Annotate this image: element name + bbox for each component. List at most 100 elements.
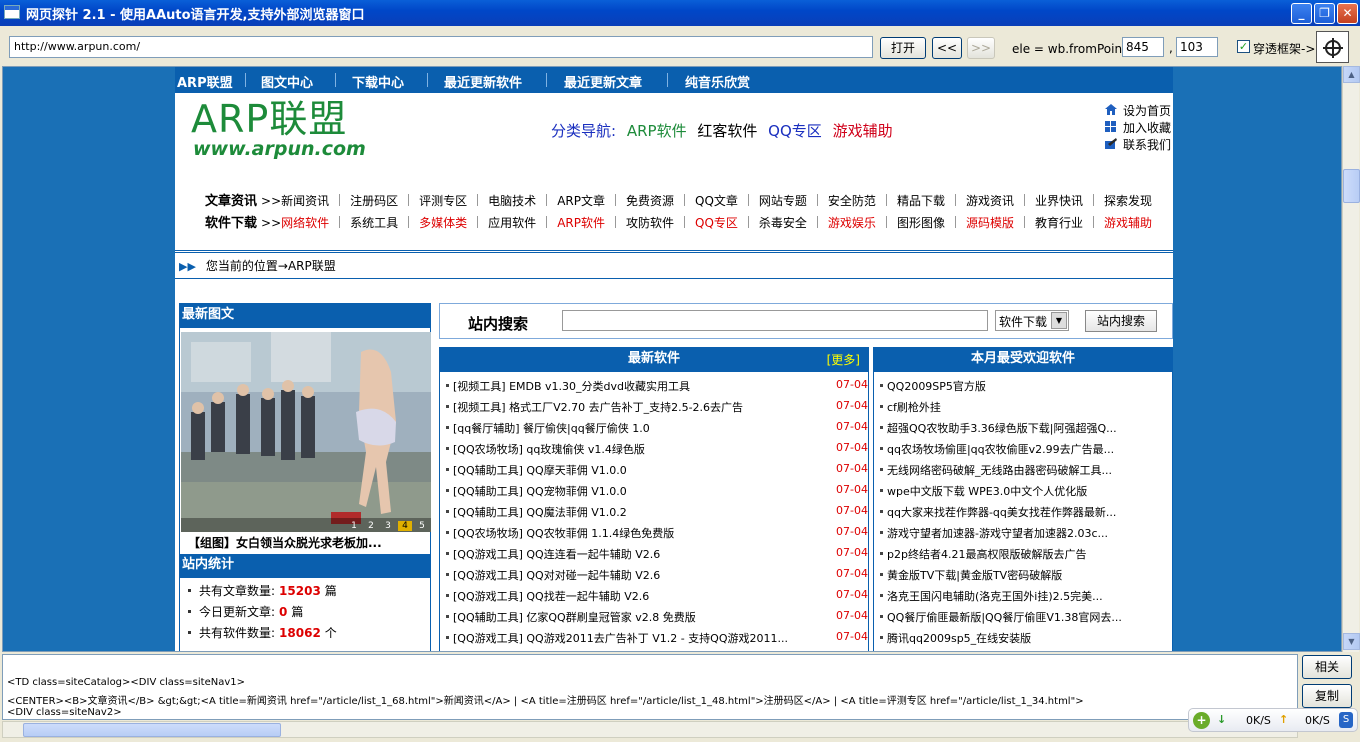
software-menu-item[interactable]: 游戏辅助 — [1104, 215, 1152, 231]
article-menu-item[interactable]: QQ文章 — [695, 193, 738, 209]
latest-photo-caption[interactable]: 【组图】女白领当众脱光求老板加... — [188, 534, 382, 551]
software-menu-item[interactable]: 游戏娱乐 — [828, 215, 876, 231]
list-item[interactable]: QQ2009SP5官方版 — [880, 378, 986, 399]
software-menu-item[interactable]: 多媒体类 — [419, 215, 467, 231]
list-item[interactable]: cf刷枪外挂 — [880, 399, 941, 420]
set-homepage-link[interactable]: 设为首页 — [1105, 102, 1171, 119]
list-item[interactable]: qq大家来找茬作弊器-qq美女找茬作弊器最新... — [880, 504, 1116, 525]
minimize-button[interactable]: _ — [1291, 3, 1312, 24]
add-favorite-link[interactable]: 加入收藏 — [1105, 119, 1171, 136]
software-menu-item[interactable]: 攻防软件 — [626, 215, 674, 231]
popular-software-link[interactable]: 黄金版TV下载|黄金版TV密码破解版 — [887, 569, 1062, 582]
article-menu-item[interactable]: 新闻资讯 — [281, 193, 329, 209]
article-menu-item[interactable]: 业界快讯 — [1035, 193, 1083, 209]
pierce-frame-checkbox[interactable]: ✓ — [1237, 40, 1250, 53]
nav-photo-center[interactable]: 图文中心 — [261, 72, 313, 91]
article-menu-item[interactable]: 精品下载 — [897, 193, 945, 209]
software-title-link[interactable]: [QQ农场牧场] QQ农牧菲佣 1.1.4绿色免费版 — [453, 527, 674, 540]
category-qq-zone[interactable]: QQ专区 — [768, 122, 822, 140]
scroll-up-icon[interactable]: ▲ — [1343, 66, 1360, 83]
article-menu-item[interactable]: 安全防范 — [828, 193, 876, 209]
list-item[interactable]: 黄金版TV下载|黄金版TV密码破解版 — [880, 567, 1062, 588]
latest-photo-image[interactable]: 12345 — [181, 332, 431, 532]
article-menu-item[interactable]: 评测专区 — [419, 193, 467, 209]
photo-pager-item[interactable]: 3 — [381, 521, 395, 531]
list-item[interactable]: 无线网络密码破解_无线路由器密码破解工具... — [880, 462, 1112, 483]
list-item[interactable]: 游戏守望者加速器-游戏守望者加速器2.03c... — [880, 525, 1108, 546]
photo-pager-item[interactable]: 2 — [364, 521, 378, 531]
software-title-link[interactable]: [QQ辅助工具] 亿家QQ群刷皇冠管家 v2.8 免费版 — [453, 611, 696, 624]
contact-us-link[interactable]: 联系我们 — [1105, 136, 1171, 153]
article-menu-item[interactable]: 免费资源 — [626, 193, 674, 209]
article-menu-item[interactable]: 注册码区 — [350, 193, 398, 209]
software-title-link[interactable]: [QQ辅助工具] QQ宠物菲佣 V1.0.0 — [453, 485, 627, 498]
popular-software-link[interactable]: qq农场牧场偷匪|qq农牧偷匪v2.99去广告最... — [887, 443, 1114, 456]
software-title-link[interactable]: [QQ游戏工具] QQ对对碰一起牛辅助 V2.6 — [453, 569, 660, 582]
latest-software-more-link[interactable]: [更多] — [827, 349, 860, 371]
software-title-link[interactable]: [QQ游戏工具] QQ连连看一起牛辅助 V2.6 — [453, 548, 660, 561]
list-item[interactable]: [QQ游戏工具] QQ找茬一起牛辅助 V2.6 07-04 — [446, 588, 868, 609]
y-coordinate-input[interactable]: 103 — [1176, 37, 1218, 57]
list-item[interactable]: [QQ游戏工具] QQ对对碰一起牛辅助 V2.6 07-04 — [446, 567, 868, 588]
list-item[interactable]: p2p终结者4.21最高权限版破解版去广告 — [880, 546, 1086, 567]
list-item[interactable]: [QQ辅助工具] QQ宠物菲佣 V1.0.0 07-04 — [446, 483, 868, 504]
list-item[interactable]: [QQ农场牧场] QQ农牧菲佣 1.1.4绿色免费版 07-04 — [446, 525, 868, 546]
popular-software-link[interactable]: 超强QQ农牧助手3.36绿色版下载|阿强超强Q... — [887, 422, 1117, 435]
software-title-link[interactable]: [QQ辅助工具] QQ魔法菲佣 V1.0.2 — [453, 506, 627, 519]
list-item[interactable]: 超强QQ农牧助手3.36绿色版下载|阿强超强Q... — [880, 420, 1117, 441]
software-menu-item[interactable]: 杀毒安全 — [759, 215, 807, 231]
crosshair-picker[interactable] — [1316, 31, 1349, 63]
article-menu-item[interactable]: 网站专题 — [759, 193, 807, 209]
scrollbar-thumb[interactable] — [1343, 169, 1360, 203]
list-item[interactable]: [qq餐厅辅助] 餐厅偷侠|qq餐厅偷侠 1.0 07-04 — [446, 420, 868, 441]
list-item[interactable]: [QQ农场牧场] qq玫瑰偷侠 v1.4绿色版 07-04 — [446, 441, 868, 462]
list-item[interactable]: qq农场牧场偷匪|qq农牧偷匪v2.99去广告最... — [880, 441, 1114, 462]
photo-pager-item[interactable]: 4 — [398, 521, 412, 531]
software-title-link[interactable]: [QQ辅助工具] QQ摩天菲佣 V1.0.0 — [453, 464, 627, 477]
software-title-link[interactable]: [qq餐厅辅助] 餐厅偷侠|qq餐厅偷侠 1.0 — [453, 422, 650, 435]
list-item[interactable]: 腾讯qq2009sp5_在线安装版 — [880, 630, 1031, 651]
open-button[interactable]: 打开 — [880, 37, 926, 59]
list-item[interactable]: [QQ游戏工具] QQ游戏2011去广告补丁 V1.2 - 支持QQ游戏2011… — [446, 630, 868, 651]
html-horizontal-scrollbar[interactable] — [2, 721, 1298, 738]
list-item[interactable]: [QQ辅助工具] QQ摩天菲佣 V1.0.0 07-04 — [446, 462, 868, 483]
category-hacker-software[interactable]: 红客软件 — [697, 122, 757, 140]
nav-latest-software[interactable]: 最近更新软件 — [444, 72, 522, 91]
software-menu-item[interactable]: 源码模版 — [966, 215, 1014, 231]
list-item[interactable]: QQ餐厅偷匪最新版|QQ餐厅偷匪V1.38官网去... — [880, 609, 1122, 630]
popular-software-link[interactable]: 腾讯qq2009sp5_在线安装版 — [887, 632, 1031, 645]
article-menu-item[interactable]: 电脑技术 — [488, 193, 536, 209]
article-menu-item[interactable]: 游戏资讯 — [966, 193, 1014, 209]
browser-vertical-scrollbar[interactable]: ▲ ▼ — [1342, 66, 1360, 652]
popular-software-link[interactable]: QQ2009SP5官方版 — [887, 380, 986, 393]
popular-software-link[interactable]: qq大家来找茬作弊器-qq美女找茬作弊器最新... — [887, 506, 1116, 519]
popular-software-link[interactable]: QQ餐厅偷匪最新版|QQ餐厅偷匪V1.38官网去... — [887, 611, 1122, 624]
nav-arp-union[interactable]: ARP联盟 — [177, 72, 233, 91]
software-title-link[interactable]: [视频工具] EMDB v1.30_分类dvd收藏实用工具 — [453, 380, 690, 393]
software-menu-item[interactable]: 系统工具 — [350, 215, 398, 231]
forward-button[interactable]: >> — [967, 37, 995, 59]
list-item[interactable]: wpe中文版下载 WPE3.0中文个人优化版 — [880, 483, 1087, 504]
search-type-select[interactable]: 软件下载 ▼ — [995, 310, 1069, 331]
software-menu-item[interactable]: 图形图像 — [897, 215, 945, 231]
nav-latest-articles[interactable]: 最近更新文章 — [564, 72, 642, 91]
software-title-link[interactable]: [视频工具] 格式工厂V2.70 去广告补丁_支持2.5-2.6去广告 — [453, 401, 743, 414]
back-button[interactable]: << — [932, 37, 962, 59]
popular-software-link[interactable]: 洛克王国闪电辅助(洛克王国外i挂)2.5完美... — [887, 590, 1103, 603]
search-input[interactable] — [562, 310, 988, 331]
software-menu-item[interactable]: 网络软件 — [281, 215, 329, 231]
list-item[interactable]: [QQ辅助工具] 亿家QQ群刷皇冠管家 v2.8 免费版 07-04 — [446, 609, 868, 630]
related-button[interactable]: 相关 — [1302, 655, 1352, 679]
html-source-panel[interactable]: <TD class=siteCatalog><DIV class=siteNav… — [2, 654, 1298, 720]
list-item[interactable]: [QQ辅助工具] QQ魔法菲佣 V1.0.2 07-04 — [446, 504, 868, 525]
photo-pager-item[interactable]: 5 — [415, 521, 429, 531]
list-item[interactable]: 洛克王国闪电辅助(洛克王国外i挂)2.5完美... — [880, 588, 1103, 609]
popular-software-link[interactable]: 无线网络密码破解_无线路由器密码破解工具... — [887, 464, 1112, 477]
scroll-down-icon[interactable]: ▼ — [1343, 633, 1360, 650]
x-coordinate-input[interactable]: 845 — [1122, 37, 1164, 57]
scrollbar-thumb[interactable] — [23, 723, 281, 737]
network-speed-meter[interactable]: + ↓ 0K/S ↑ 0K/S S — [1188, 708, 1358, 732]
popular-software-link[interactable]: cf刷枪外挂 — [887, 401, 941, 414]
photo-pager-item[interactable]: 1 — [347, 521, 361, 531]
category-game-assist[interactable]: 游戏辅助 — [833, 122, 893, 140]
